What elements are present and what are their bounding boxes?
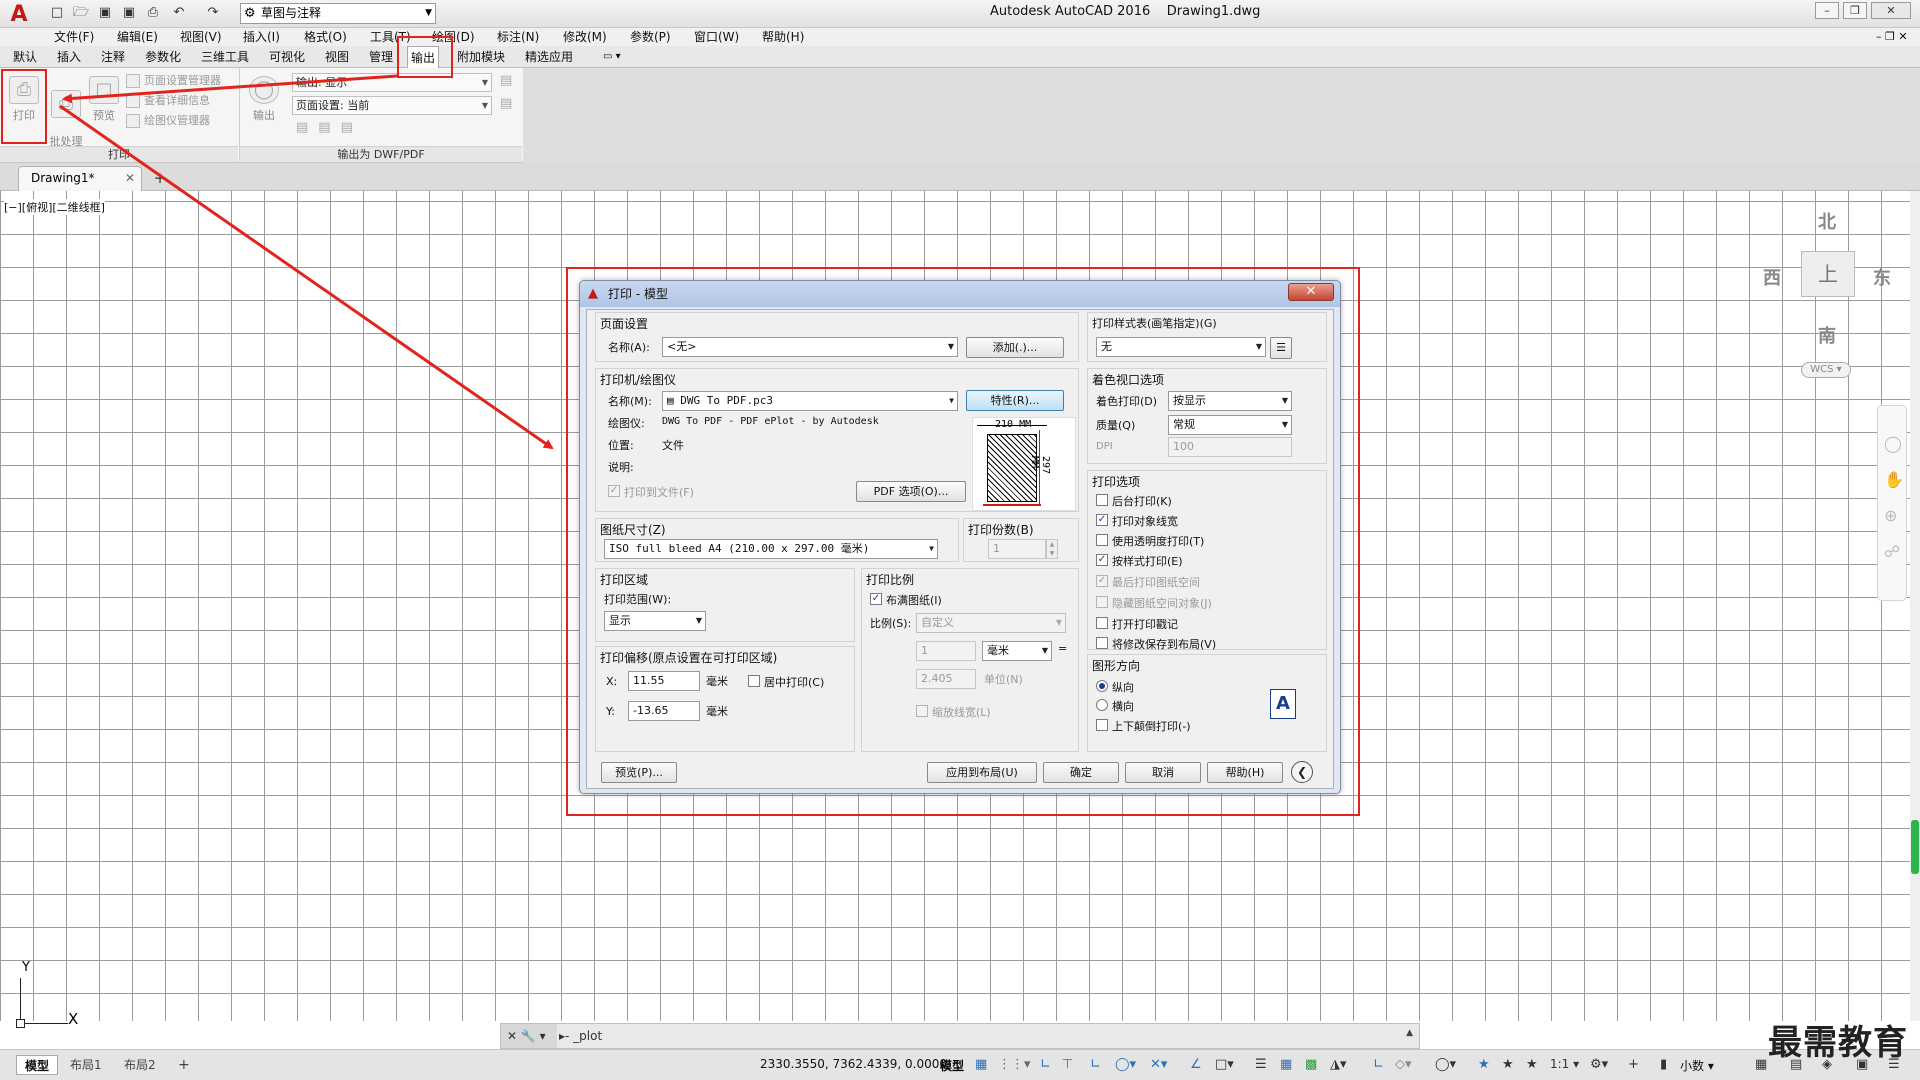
arrow-plot-to-dialog — [59, 104, 554, 450]
annotation-arrows — [59, 74, 554, 450]
arrow-tab-to-plot — [62, 74, 398, 104]
